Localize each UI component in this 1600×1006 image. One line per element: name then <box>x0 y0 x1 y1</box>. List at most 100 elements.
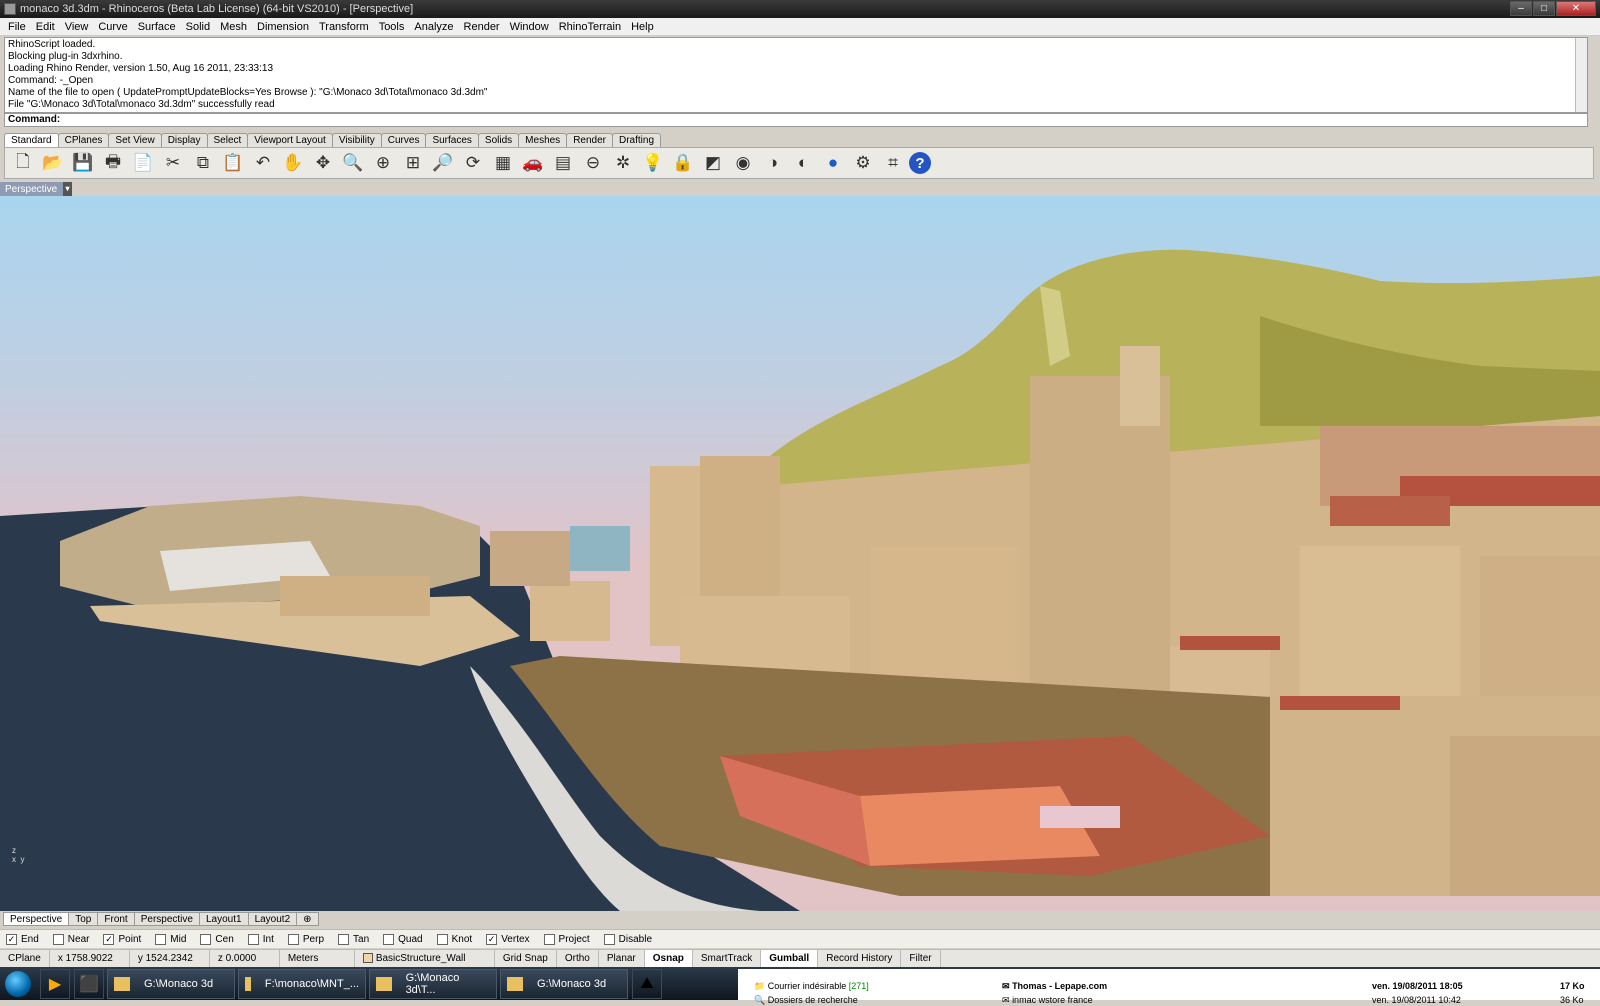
new-icon[interactable]: 🗋 <box>9 149 37 177</box>
office-icon[interactable]: ⬛ <box>74 968 104 999</box>
rotate-view-icon[interactable]: ✥ <box>309 149 337 177</box>
help-icon[interactable]: ? <box>909 152 931 174</box>
car-icon[interactable]: 🚗 <box>519 149 547 177</box>
menu-view[interactable]: View <box>60 21 94 33</box>
open-icon[interactable]: 📂 <box>39 149 67 177</box>
toggle-grid-snap[interactable]: Grid Snap <box>495 950 557 967</box>
viewport-title[interactable]: Perspective ▾ <box>0 182 72 196</box>
mail-folder-search[interactable]: 🔍 Dossiers de recherche <box>754 995 858 1006</box>
checkbox-project[interactable] <box>543 933 555 945</box>
osnap-point[interactable]: ✓ Point <box>103 933 141 945</box>
close-button[interactable]: ✕ <box>1556 1 1596 16</box>
checkbox-point[interactable]: ✓ <box>103 933 115 945</box>
osnap-perp[interactable]: Perp <box>287 933 324 945</box>
osnap-tan[interactable]: Tan <box>338 933 369 945</box>
menu-dimension[interactable]: Dimension <box>252 21 314 33</box>
tab-render[interactable]: Render <box>566 133 613 147</box>
taskbar-window[interactable]: G:\Monaco 3d\T... <box>369 968 497 999</box>
four-viewports-icon[interactable]: ▦ <box>489 149 517 177</box>
menu-solid[interactable]: Solid <box>181 21 215 33</box>
osnap-icon[interactable]: ✲ <box>609 149 637 177</box>
pan-icon[interactable]: ✋ <box>279 149 307 177</box>
menu-transform[interactable]: Transform <box>314 21 374 33</box>
rotate-icon[interactable]: ⟳ <box>459 149 487 177</box>
menu-window[interactable]: Window <box>505 21 554 33</box>
osnap-knot[interactable]: Knot <box>436 933 472 945</box>
osnap-quad[interactable]: Quad <box>383 933 423 945</box>
osnap-near[interactable]: Near <box>52 933 89 945</box>
osnap-vertex[interactable]: ✓ Vertex <box>486 933 530 945</box>
undo-icon[interactable]: ↶ <box>249 149 277 177</box>
osnap-mid[interactable]: Mid <box>155 933 186 945</box>
checkbox-near[interactable] <box>52 933 64 945</box>
menu-surface[interactable]: Surface <box>133 21 181 33</box>
tab-viewport-front[interactable]: Front <box>97 912 135 926</box>
tab-select[interactable]: Select <box>206 133 249 147</box>
toggle-planar[interactable]: Planar <box>599 950 645 967</box>
copy-icon[interactable]: ⧉ <box>189 149 217 177</box>
properties-icon[interactable]: ⌗ <box>879 149 907 177</box>
toggle-gumball[interactable]: Gumball <box>761 950 819 967</box>
tab-cplanes[interactable]: CPlanes <box>57 133 110 147</box>
status-cplane[interactable]: CPlane <box>0 950 50 967</box>
tab-surfaces[interactable]: Surfaces <box>425 133 479 147</box>
tab-viewport-layout1[interactable]: Layout1 <box>198 912 249 926</box>
checkbox-end[interactable]: ✓ <box>6 933 17 945</box>
taskbar-window[interactable]: G:\Monaco 3d <box>107 968 235 999</box>
tab-solids[interactable]: Solids <box>477 133 520 147</box>
save-icon[interactable]: 💾 <box>69 149 97 177</box>
minimize-button[interactable]: – <box>1510 1 1532 16</box>
checkbox-cen[interactable] <box>200 933 212 945</box>
menu-curve[interactable]: Curve <box>93 21 132 33</box>
options-icon[interactable]: ⚙ <box>849 149 877 177</box>
tab-curves[interactable]: Curves <box>380 133 427 147</box>
template-icon[interactable]: 📄 <box>129 149 157 177</box>
osnap-int[interactable]: Int <box>247 933 274 945</box>
tab-viewport-layout[interactable]: Viewport Layout <box>247 133 333 147</box>
paste-icon[interactable]: 📋 <box>219 149 247 177</box>
light-icon[interactable]: 💡 <box>639 149 667 177</box>
tab-drafting[interactable]: Drafting <box>612 133 662 147</box>
checkbox-perp[interactable] <box>287 933 299 945</box>
viewport-menu-arrow[interactable]: ▾ <box>63 182 72 196</box>
tab-viewport-perspective[interactable]: Perspective <box>133 912 200 926</box>
tab-display[interactable]: Display <box>160 133 208 147</box>
tab-visibility[interactable]: Visibility <box>331 133 382 147</box>
zoom-icon[interactable]: 🔍 <box>339 149 367 177</box>
perspective-viewport[interactable]: zx y <box>0 196 1600 911</box>
menu-edit[interactable]: Edit <box>31 21 60 33</box>
color-wheel-icon[interactable]: ◉ <box>729 149 757 177</box>
zoom-window-icon[interactable]: ⊕ <box>369 149 397 177</box>
mail-folder-junk[interactable]: 📁 Courrier indésirable [271] <box>754 981 869 992</box>
status-layer[interactable]: BasicStructure_Wall <box>355 950 495 967</box>
command-line[interactable]: Command: <box>4 113 1588 127</box>
add-viewport-button[interactable]: ⊕ <box>296 912 319 926</box>
zoom-extents-icon[interactable]: ⊞ <box>399 149 427 177</box>
osnap-cen[interactable]: Cen <box>200 933 234 945</box>
maximize-button[interactable]: □ <box>1533 1 1555 16</box>
osnap-end[interactable]: ✓ End <box>6 933 39 945</box>
checkbox-vertex[interactable]: ✓ <box>486 933 498 945</box>
toggle-ortho[interactable]: Ortho <box>557 950 599 967</box>
command-history-scrollbar[interactable] <box>1575 38 1587 112</box>
toggle-smarttrack[interactable]: SmartTrack <box>693 950 762 967</box>
osnap-disable[interactable]: Disable <box>603 933 652 945</box>
media-player-icon[interactable]: ▶ <box>40 968 70 999</box>
grid-icon[interactable]: ▤ <box>549 149 577 177</box>
toggle-filter[interactable]: Filter <box>901 950 941 967</box>
toggle-record-history[interactable]: Record History <box>818 950 902 967</box>
checkbox-disable[interactable] <box>603 933 615 945</box>
menu-mesh[interactable]: Mesh <box>215 21 252 33</box>
menu-help[interactable]: Help <box>626 21 659 33</box>
checkbox-knot[interactable] <box>436 933 448 945</box>
menu-file[interactable]: File <box>3 21 31 33</box>
taskbar-window[interactable]: F:\monaco\MNT_... <box>238 968 366 999</box>
checkbox-int[interactable] <box>247 933 259 945</box>
print-icon[interactable]: 🖶 <box>99 149 127 177</box>
checkbox-quad[interactable] <box>383 933 395 945</box>
tab-viewport-top[interactable]: Top <box>68 912 99 926</box>
render-icon[interactable]: ● <box>819 149 847 177</box>
start-button[interactable] <box>0 968 36 1000</box>
toggle-osnap[interactable]: Osnap <box>644 950 693 967</box>
osnap-project[interactable]: Project <box>543 933 590 945</box>
